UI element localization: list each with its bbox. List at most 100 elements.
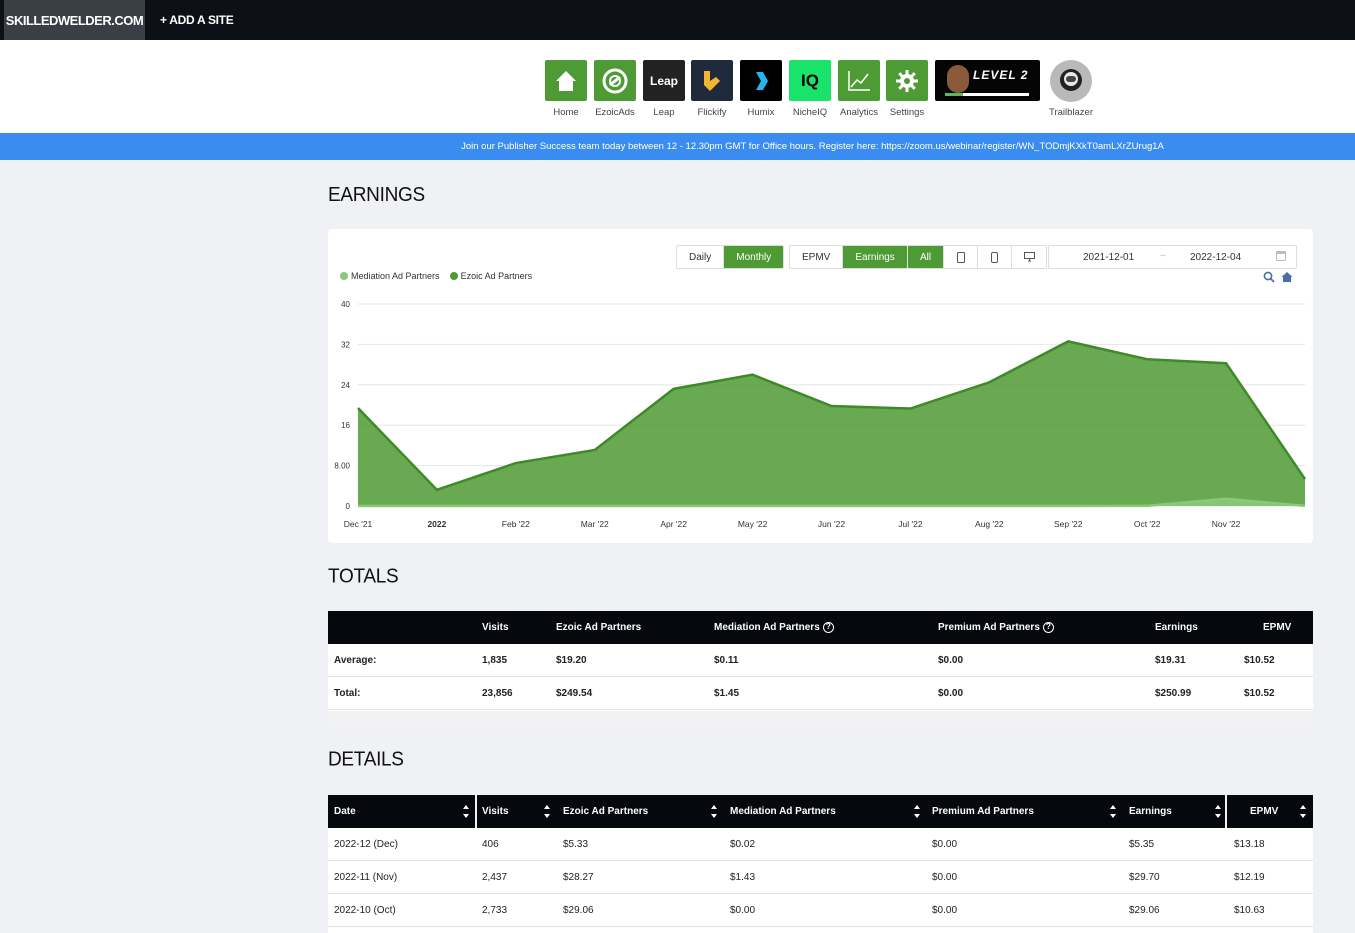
cell-mediation: $0.00 — [730, 905, 756, 916]
y-tick-label: 32 — [341, 340, 350, 349]
cell-mediation: $1.45 — [714, 688, 740, 699]
avatar — [947, 65, 969, 93]
help-icon[interactable]: ? — [822, 622, 834, 633]
app-settings[interactable]: Settings — [886, 60, 928, 118]
sort-icon[interactable] — [914, 805, 920, 818]
home-icon[interactable] — [1281, 271, 1293, 283]
col-ezoic: Ezoic Ad Partners — [556, 622, 642, 633]
col-mediation[interactable]: Mediation Ad Partners — [730, 795, 836, 828]
sort-icon[interactable] — [463, 805, 469, 818]
site-tab[interactable]: SKILLEDWELDER.COM — [4, 0, 145, 40]
x-tick-label: Jun '22 — [818, 519, 845, 529]
legend-item-ezoic[interactable]: Ezoic Ad Partners — [449, 271, 533, 281]
cell-earnings: $5.35 — [1129, 839, 1155, 850]
cell-visits: 2,437 — [482, 872, 508, 883]
top-bar: SKILLEDWELDER.COM + ADD A SITE — [0, 0, 1355, 40]
metric-epmv-button[interactable]: EPMV — [790, 246, 844, 268]
astronaut-icon — [1050, 60, 1092, 102]
col-mediation-label: Mediation Ad Partners — [714, 622, 820, 633]
gear-icon — [886, 60, 928, 101]
sort-icon[interactable] — [1110, 805, 1116, 818]
date-separator: ~ — [1160, 251, 1166, 262]
totals-table-header: Visits Ezoic Ad Partners Mediation Ad Pa… — [328, 611, 1313, 644]
legend-label: Ezoic Ad Partners — [460, 271, 533, 281]
home-icon — [545, 60, 587, 101]
cell-ezoic: $5.33 — [563, 839, 589, 850]
x-tick-label: 2022 — [427, 519, 446, 529]
cell-epmv: $13.18 — [1234, 839, 1265, 850]
cell-epmv: $10.52 — [1244, 688, 1275, 699]
earnings-chart-card: 0 8.00 16 24 32 40 Dec '21 2022 Feb '22 Mar '22 Ap… — [328, 229, 1313, 543]
legend-dot — [449, 272, 458, 280]
level-badge[interactable]: LEVEL 2 — [935, 60, 1040, 101]
column-divider — [475, 795, 477, 828]
col-earnings[interactable]: Earnings — [1129, 795, 1172, 828]
totals-table: Visits Ezoic Ad Partners Mediation Ad Pa… — [328, 611, 1313, 724]
cell-visits: 406 — [482, 839, 499, 850]
announcement-banner[interactable]: Join our Publisher Success team today be… — [0, 133, 1355, 160]
level-progress-bar — [945, 93, 1029, 96]
y-tick-label: 8.00 — [334, 462, 350, 471]
cell-mediation: $1.43 — [730, 872, 756, 883]
col-mediation: Mediation Ad Partners? — [714, 611, 834, 644]
table-row: Total: 23,856 $249.54 $1.45 $0.00 $250.9… — [328, 677, 1313, 710]
trailblazer-label: Trailblazer — [1049, 107, 1093, 118]
col-premium[interactable]: Premium Ad Partners — [932, 795, 1034, 828]
cell-premium: $0.00 — [932, 839, 958, 850]
x-tick-label: Dec '21 — [344, 519, 373, 529]
col-epmv[interactable]: EPMV — [1250, 795, 1278, 828]
col-visits: Visits — [482, 622, 509, 633]
cell-epmv: $10.63 — [1234, 905, 1265, 916]
totals-heading: TOTALS — [328, 565, 399, 588]
details-table-header: Date Visits Ezoic Ad Partners Mediation … — [328, 795, 1313, 828]
table-row: 2022-12 (Dec) 406 $5.33 $0.02 $0.00 $5.3… — [328, 828, 1313, 861]
cell-earnings: $250.99 — [1155, 688, 1192, 699]
cell-epmv: $10.52 — [1244, 655, 1275, 666]
cell-premium: $0.00 — [938, 655, 964, 666]
table-row: Average: 1,835 $19.20 $0.11 $0.00 $19.31… — [328, 644, 1313, 677]
device-toggle: All — [907, 245, 1048, 269]
period-daily-button[interactable]: Daily — [677, 246, 725, 268]
table-row: 2022-11 (Nov) 2,437 $28.27 $1.43 $0.00 $… — [328, 861, 1313, 894]
y-tick-label: 0 — [346, 502, 351, 511]
earnings-heading: EARNINGS — [328, 184, 425, 207]
device-all-button[interactable]: All — [908, 246, 945, 268]
date-to[interactable]: 2022-12-04 — [1190, 252, 1241, 263]
date-from[interactable]: 2021-12-01 — [1083, 252, 1134, 263]
desktop-icon[interactable] — [1012, 246, 1046, 268]
legend-label: Mediation Ad Partners — [351, 271, 440, 281]
cell-label: Average: — [334, 655, 377, 666]
sort-icon[interactable] — [1215, 805, 1221, 818]
calendar-icon[interactable] — [1276, 251, 1286, 261]
add-site-button[interactable]: + ADD A SITE — [160, 0, 234, 40]
col-date[interactable]: Date — [334, 795, 356, 828]
mobile-icon[interactable] — [978, 246, 1013, 268]
leap-icon: Leap — [643, 60, 685, 101]
flickify-icon — [691, 60, 733, 101]
trailblazer[interactable]: Trailblazer — [1049, 60, 1093, 118]
level-progress-fill — [945, 93, 964, 96]
x-tick-label: Sep '22 — [1054, 519, 1083, 529]
col-visits[interactable]: Visits — [482, 795, 509, 828]
humix-icon — [740, 60, 782, 101]
legend-item-mediation[interactable]: Mediation Ad Partners — [340, 271, 440, 281]
table-footer-strip — [328, 711, 1313, 724]
cell-earnings: $29.06 — [1129, 905, 1160, 916]
sort-icon[interactable] — [544, 805, 550, 818]
sort-icon[interactable] — [1300, 805, 1306, 818]
tablet-icon[interactable] — [944, 246, 979, 268]
x-tick-label: Mar '22 — [581, 519, 609, 529]
date-range-picker[interactable]: 2021-12-01 ~ 2022-12-04 — [1048, 245, 1297, 269]
help-icon[interactable]: ? — [1042, 622, 1054, 633]
cell-ezoic: $28.27 — [563, 872, 594, 883]
period-monthly-button[interactable]: Monthly — [724, 246, 784, 268]
col-ezoic[interactable]: Ezoic Ad Partners — [563, 795, 648, 828]
sort-icon[interactable] — [711, 805, 717, 818]
cell-ezoic: $249.54 — [556, 688, 593, 699]
cell-visits: 23,856 — [482, 688, 513, 699]
x-tick-label: Jul '22 — [898, 519, 923, 529]
cell-visits: 2,733 — [482, 905, 508, 916]
zoom-icon[interactable] — [1263, 271, 1275, 283]
app-bar: Home EzoicAds Leap Leap Flickify Humix I… — [0, 40, 1355, 133]
metric-earnings-button[interactable]: Earnings — [843, 246, 907, 268]
